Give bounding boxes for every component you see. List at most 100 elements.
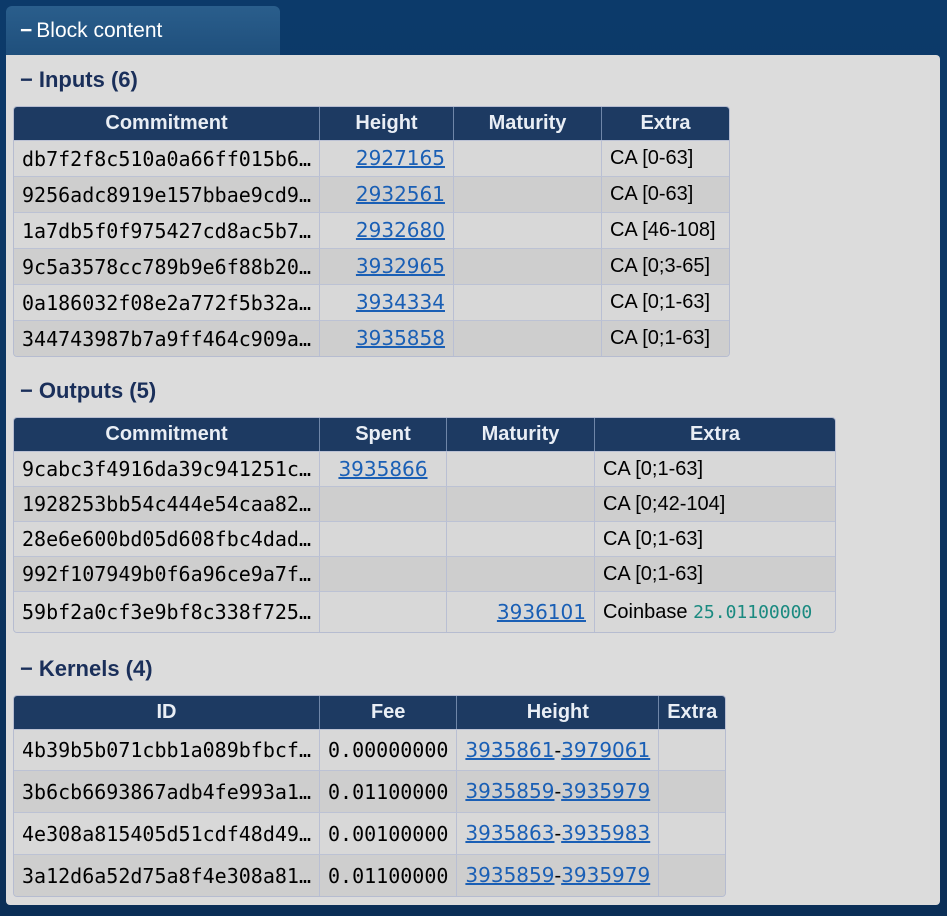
maturity-cell: [446, 521, 595, 556]
table-row: 0a186032f08e2a772f5b32a… 3934334 CA [0;1…: [14, 284, 729, 320]
table-row: 4b39b5b071cbb1a089bfbcf… 0.00000000 3935…: [14, 729, 726, 770]
maturity-cell: [453, 248, 602, 284]
height-from-link[interactable]: 3935863: [465, 821, 554, 845]
height-link[interactable]: 2932561: [356, 182, 445, 206]
table-row: 3b6cb6693867adb4fe993a1… 0.01100000 3935…: [14, 770, 726, 812]
commitment-cell: 59bf2a0cf3e9bf8c338f725…: [14, 591, 320, 632]
inputs-title: Inputs (6): [38, 67, 138, 92]
height-link[interactable]: 3935858: [356, 326, 445, 350]
maturity-cell: [453, 320, 602, 356]
kernel-id-cell: 3a12d6a52d75a8f4e308a81…: [14, 854, 320, 896]
column-header-commitment: Commitment: [14, 107, 320, 140]
commitment-cell: 28e6e600bd05d608fbc4dad…: [14, 521, 320, 556]
table-row: 344743987b7a9ff464c909a… 3935858 CA [0;1…: [14, 320, 729, 356]
spent-cell: [319, 591, 447, 632]
table-header-row: Commitment Height Maturity Extra: [14, 107, 729, 140]
height-link[interactable]: 3934334: [356, 290, 445, 314]
table-row: 9c5a3578cc789b9e6f88b20… 3932965 CA [0;3…: [14, 248, 729, 284]
height-to-link[interactable]: 3935979: [561, 863, 650, 887]
extra-cell: CA [0;1-63]: [594, 556, 835, 591]
height-link[interactable]: 2932680: [356, 218, 445, 242]
column-header-extra: Extra: [601, 107, 729, 140]
kernels-section-toggle[interactable]: − Kernels (4): [20, 656, 153, 682]
outputs-section-toggle[interactable]: − Outputs (5): [20, 378, 156, 404]
extra-cell: [659, 812, 726, 854]
spent-cell: [319, 556, 447, 591]
column-header-commitment: Commitment: [14, 418, 320, 451]
table-row: 3a12d6a52d75a8f4e308a81… 0.01100000 3935…: [14, 854, 726, 896]
table-header-row: Commitment Spent Maturity Extra: [14, 418, 835, 451]
fee-cell: 0.00100000: [319, 812, 458, 854]
table-row: 59bf2a0cf3e9bf8c338f725… 3936101 Coinbas…: [14, 591, 835, 632]
fee-cell: 0.01100000: [319, 854, 458, 896]
kernels-table: ID Fee Height Extra 4b39b5b071cbb1a089bf…: [13, 695, 727, 897]
extra-cell: CA [0;1-63]: [594, 451, 835, 486]
column-header-maturity: Maturity: [446, 418, 595, 451]
height-from-link[interactable]: 3935861: [465, 738, 554, 762]
height-to-link[interactable]: 3979061: [561, 738, 650, 762]
extra-cell: [659, 770, 726, 812]
extra-cell: CA [0-63]: [601, 176, 729, 212]
commitment-cell: 1928253bb54c444e54caa82…: [14, 486, 320, 521]
table-row: 9cabc3f4916da39c941251c… 3935866 CA [0;1…: [14, 451, 835, 486]
column-header-fee: Fee: [319, 696, 458, 729]
table-row: 1a7db5f0f975427cd8ac5b7… 2932680 CA [46-…: [14, 212, 729, 248]
maturity-cell: [453, 212, 602, 248]
column-header-extra: Extra: [594, 418, 835, 451]
outputs-table: Commitment Spent Maturity Extra 9cabc3f4…: [13, 417, 836, 633]
column-header-height: Height: [457, 696, 660, 729]
column-header-spent: Spent: [319, 418, 447, 451]
kernel-id-cell: 4b39b5b071cbb1a089bfbcf…: [14, 729, 320, 770]
extra-cell: [659, 854, 726, 896]
commitment-cell: 344743987b7a9ff464c909a…: [14, 320, 320, 356]
outputs-title: Outputs (5): [38, 378, 157, 403]
height-from-link[interactable]: 3935859: [465, 863, 554, 887]
column-header-id: ID: [14, 696, 320, 729]
block-content-tab[interactable]: − Block content: [6, 6, 280, 56]
height-to-link[interactable]: 3935979: [561, 779, 650, 803]
maturity-cell: [446, 451, 595, 486]
spent-cell: [319, 521, 447, 556]
spent-link[interactable]: 3935866: [338, 457, 427, 481]
table-header-row: ID Fee Height Extra: [14, 696, 726, 729]
kernel-id-cell: 4e308a815405d51cdf48d49…: [14, 812, 320, 854]
height-to-link[interactable]: 3935983: [561, 821, 650, 845]
collapse-icon: −: [20, 656, 33, 681]
collapse-icon: −: [20, 67, 33, 92]
commitment-cell: 9c5a3578cc789b9e6f88b20…: [14, 248, 320, 284]
fee-cell: 0.00000000: [319, 729, 458, 770]
column-header-maturity: Maturity: [453, 107, 602, 140]
extra-cell: CA [0-63]: [601, 140, 729, 176]
coinbase-amount: 25.01100000: [693, 601, 813, 623]
extra-cell: Coinbase 25.01100000: [594, 591, 835, 632]
extra-cell: CA [46-108]: [601, 212, 729, 248]
height-link[interactable]: 3932965: [356, 254, 445, 278]
collapse-icon: −: [20, 378, 33, 403]
maturity-cell: [453, 284, 602, 320]
extra-cell: [659, 729, 726, 770]
maturity-link[interactable]: 3936101: [497, 600, 586, 624]
commitment-cell: db7f2f8c510a0a66ff015b6…: [14, 140, 320, 176]
commitment-cell: 992f107949b0f6a96ce9a7f…: [14, 556, 320, 591]
extra-cell: CA [0;3-65]: [601, 248, 729, 284]
table-row: 4e308a815405d51cdf48d49… 0.00100000 3935…: [14, 812, 726, 854]
commitment-cell: 9256adc8919e157bbae9cd9…: [14, 176, 320, 212]
column-header-extra: Extra: [659, 696, 726, 729]
maturity-cell: [446, 486, 595, 521]
height-from-link[interactable]: 3935859: [465, 779, 554, 803]
commitment-cell: 9cabc3f4916da39c941251c…: [14, 451, 320, 486]
height-link[interactable]: 2927165: [356, 146, 445, 170]
maturity-cell: [453, 176, 602, 212]
extra-cell: CA [0;1-63]: [601, 320, 729, 356]
extra-cell: CA [0;1-63]: [601, 284, 729, 320]
maturity-cell: [446, 556, 595, 591]
fee-cell: 0.01100000: [319, 770, 458, 812]
tab-label: Block content: [36, 19, 163, 42]
table-row: 28e6e600bd05d608fbc4dad… CA [0;1-63]: [14, 521, 835, 556]
inputs-section-toggle[interactable]: − Inputs (6): [20, 67, 138, 93]
column-header-height: Height: [319, 107, 454, 140]
extra-cell: CA [0;42-104]: [594, 486, 835, 521]
coinbase-label: Coinbase: [602, 600, 688, 623]
inputs-table: Commitment Height Maturity Extra db7f2f8…: [13, 106, 730, 357]
commitment-cell: 1a7db5f0f975427cd8ac5b7…: [14, 212, 320, 248]
